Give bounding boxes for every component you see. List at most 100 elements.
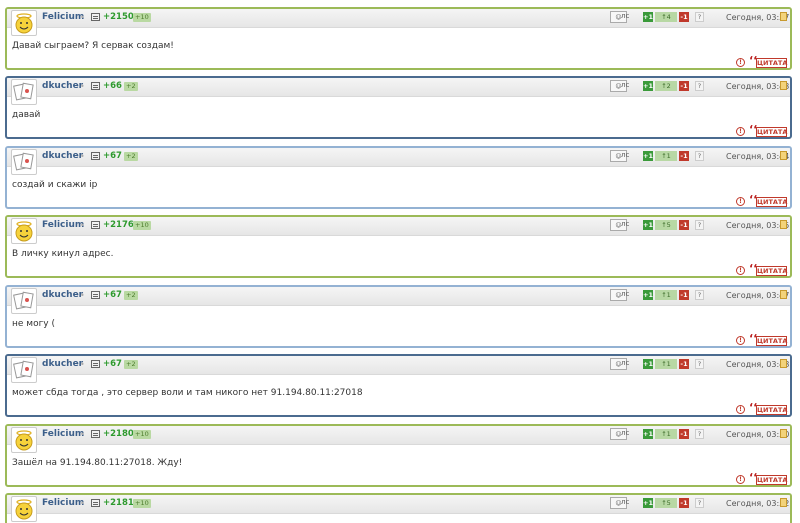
author-name[interactable]: dkucher (42, 151, 83, 161)
pm-label: лс (621, 429, 630, 437)
angel-smiley-avatar[interactable] (11, 427, 37, 453)
reputation: +67 (103, 359, 122, 369)
author-name[interactable]: Felicium (42, 498, 84, 508)
plus-button[interactable]: +1 (643, 290, 653, 300)
author-name[interactable]: Felicium (42, 12, 84, 22)
post-header: Felicium • +2176 +10 ☺ лс +1 ↑5 -1 ? Сег… (7, 217, 790, 244)
plus-button[interactable]: +1 (643, 151, 653, 161)
report-icon[interactable]: ! (736, 197, 745, 206)
minus-button[interactable]: -1 (679, 290, 689, 300)
author-name[interactable]: dkucher (42, 290, 83, 300)
plus-button[interactable]: +1 (643, 220, 653, 230)
help-button[interactable]: ? (695, 81, 704, 91)
post-text: создай и скажи ip (12, 180, 98, 190)
playing-cards-avatar[interactable] (11, 149, 37, 175)
plus-button[interactable]: +1 (643, 429, 653, 439)
plus-button[interactable]: +1 (643, 81, 653, 91)
profile-card-icon[interactable] (91, 13, 100, 21)
post: dkucher • +66 +2 ☺ лс +1 ↑2 -1 ? Сегодня… (5, 76, 792, 139)
reputation-add-badge: +10 (133, 13, 151, 22)
pm-label: лс (621, 12, 630, 20)
thanks-count: ↑5 (655, 220, 677, 230)
pm-label: лс (621, 151, 630, 159)
thanks-count: ↑1 (655, 359, 677, 369)
quote-button[interactable]: ЦИТАТА (756, 405, 787, 415)
angel-smiley-avatar[interactable] (11, 496, 37, 522)
profile-card-icon[interactable] (91, 499, 100, 507)
report-icon[interactable]: ! (736, 475, 745, 484)
author-name[interactable]: dkucher (42, 81, 83, 91)
author-name[interactable]: Felicium (42, 429, 84, 439)
minus-button[interactable]: -1 (679, 151, 689, 161)
minus-button[interactable]: -1 (679, 359, 689, 369)
author-name[interactable]: Felicium (42, 220, 84, 230)
quote-button[interactable]: ЦИТАТА (756, 475, 787, 485)
separator-dot: • (80, 221, 85, 230)
angel-smiley-avatar[interactable] (11, 218, 37, 244)
help-button[interactable]: ? (695, 151, 704, 161)
report-icon[interactable]: ! (736, 127, 745, 136)
reputation: +67 (103, 290, 122, 300)
plus-button[interactable]: +1 (643, 12, 653, 22)
post-link-icon[interactable] (780, 290, 787, 299)
profile-card-icon[interactable] (91, 360, 100, 368)
quote-button[interactable]: ЦИТАТА (756, 127, 787, 137)
post-link-icon[interactable] (780, 12, 787, 21)
post-link-icon[interactable] (780, 151, 787, 160)
minus-button[interactable]: -1 (679, 81, 689, 91)
quote-button[interactable]: ЦИТАТА (756, 58, 787, 68)
pm-label: лс (621, 359, 630, 367)
post-header: dkucher • +67 +2 ☺ лс +1 ↑1 -1 ? Сегодня… (7, 356, 790, 383)
plus-button[interactable]: +1 (643, 498, 653, 508)
help-button[interactable]: ? (695, 220, 704, 230)
post-link-icon[interactable] (780, 498, 787, 507)
quote-button[interactable]: ЦИТАТА (756, 266, 787, 276)
playing-cards-avatar[interactable] (11, 288, 37, 314)
profile-card-icon[interactable] (91, 291, 100, 299)
post-link-icon[interactable] (780, 220, 787, 229)
help-button[interactable]: ? (695, 498, 704, 508)
thanks-count: ↑1 (655, 290, 677, 300)
post-link-icon[interactable] (780, 359, 787, 368)
reputation: +2180 (103, 429, 134, 439)
post-body: не могу ( ! ‘‘ ЦИТАТА (7, 306, 790, 346)
post: Felicium • +2176 +10 ☺ лс +1 ↑5 -1 ? Сег… (5, 215, 792, 278)
post-header: dkucher • +66 +2 ☺ лс +1 ↑2 -1 ? Сегодня… (7, 78, 790, 105)
post-body: Зашёл на 91.194.80.11:27018. Жду! ! ‘‘ Ц… (7, 445, 790, 485)
reputation: +67 (103, 151, 122, 161)
thanks-count: ↑4 (655, 12, 677, 22)
post-link-icon[interactable] (780, 429, 787, 438)
quote-button[interactable]: ЦИТАТА (756, 197, 787, 207)
profile-card-icon[interactable] (91, 221, 100, 229)
minus-button[interactable]: -1 (679, 498, 689, 508)
report-icon[interactable]: ! (736, 58, 745, 67)
playing-cards-avatar[interactable] (11, 357, 37, 383)
author-name[interactable]: dkucher (42, 359, 83, 369)
help-button[interactable]: ? (695, 290, 704, 300)
playing-cards-avatar[interactable] (11, 79, 37, 105)
profile-card-icon[interactable] (91, 430, 100, 438)
post-text: не могу ( (12, 319, 56, 329)
report-icon[interactable]: ! (736, 266, 745, 275)
post: dkucher • +67 +2 ☺ лс +1 ↑1 -1 ? Сегодня… (5, 285, 792, 348)
minus-button[interactable]: -1 (679, 220, 689, 230)
help-button[interactable]: ? (695, 359, 704, 369)
quote-button[interactable]: ЦИТАТА (756, 336, 787, 346)
angel-smiley-avatar[interactable] (11, 10, 37, 36)
report-icon[interactable]: ! (736, 405, 745, 414)
pm-label: лс (621, 498, 630, 506)
post-header: dkucher • +67 +2 ☺ лс +1 ↑1 -1 ? Сегодня… (7, 287, 790, 314)
help-button[interactable]: ? (695, 12, 704, 22)
post-header: Felicium • +2181 +10 ☺ лс +1 ↑5 -1 ? Сег… (7, 495, 790, 522)
plus-button[interactable]: +1 (643, 359, 653, 369)
post-header: Felicium • +2150 +10 ☺ лс +1 ↑4 -1 ? Сег… (7, 9, 790, 36)
profile-card-icon[interactable] (91, 152, 100, 160)
report-icon[interactable]: ! (736, 336, 745, 345)
post-body: создай и скажи ip ! ‘‘ ЦИТАТА (7, 167, 790, 207)
help-button[interactable]: ? (695, 429, 704, 439)
profile-card-icon[interactable] (91, 82, 100, 90)
separator-dot: • (80, 360, 85, 369)
minus-button[interactable]: -1 (679, 12, 689, 22)
minus-button[interactable]: -1 (679, 429, 689, 439)
post-link-icon[interactable] (780, 81, 787, 90)
